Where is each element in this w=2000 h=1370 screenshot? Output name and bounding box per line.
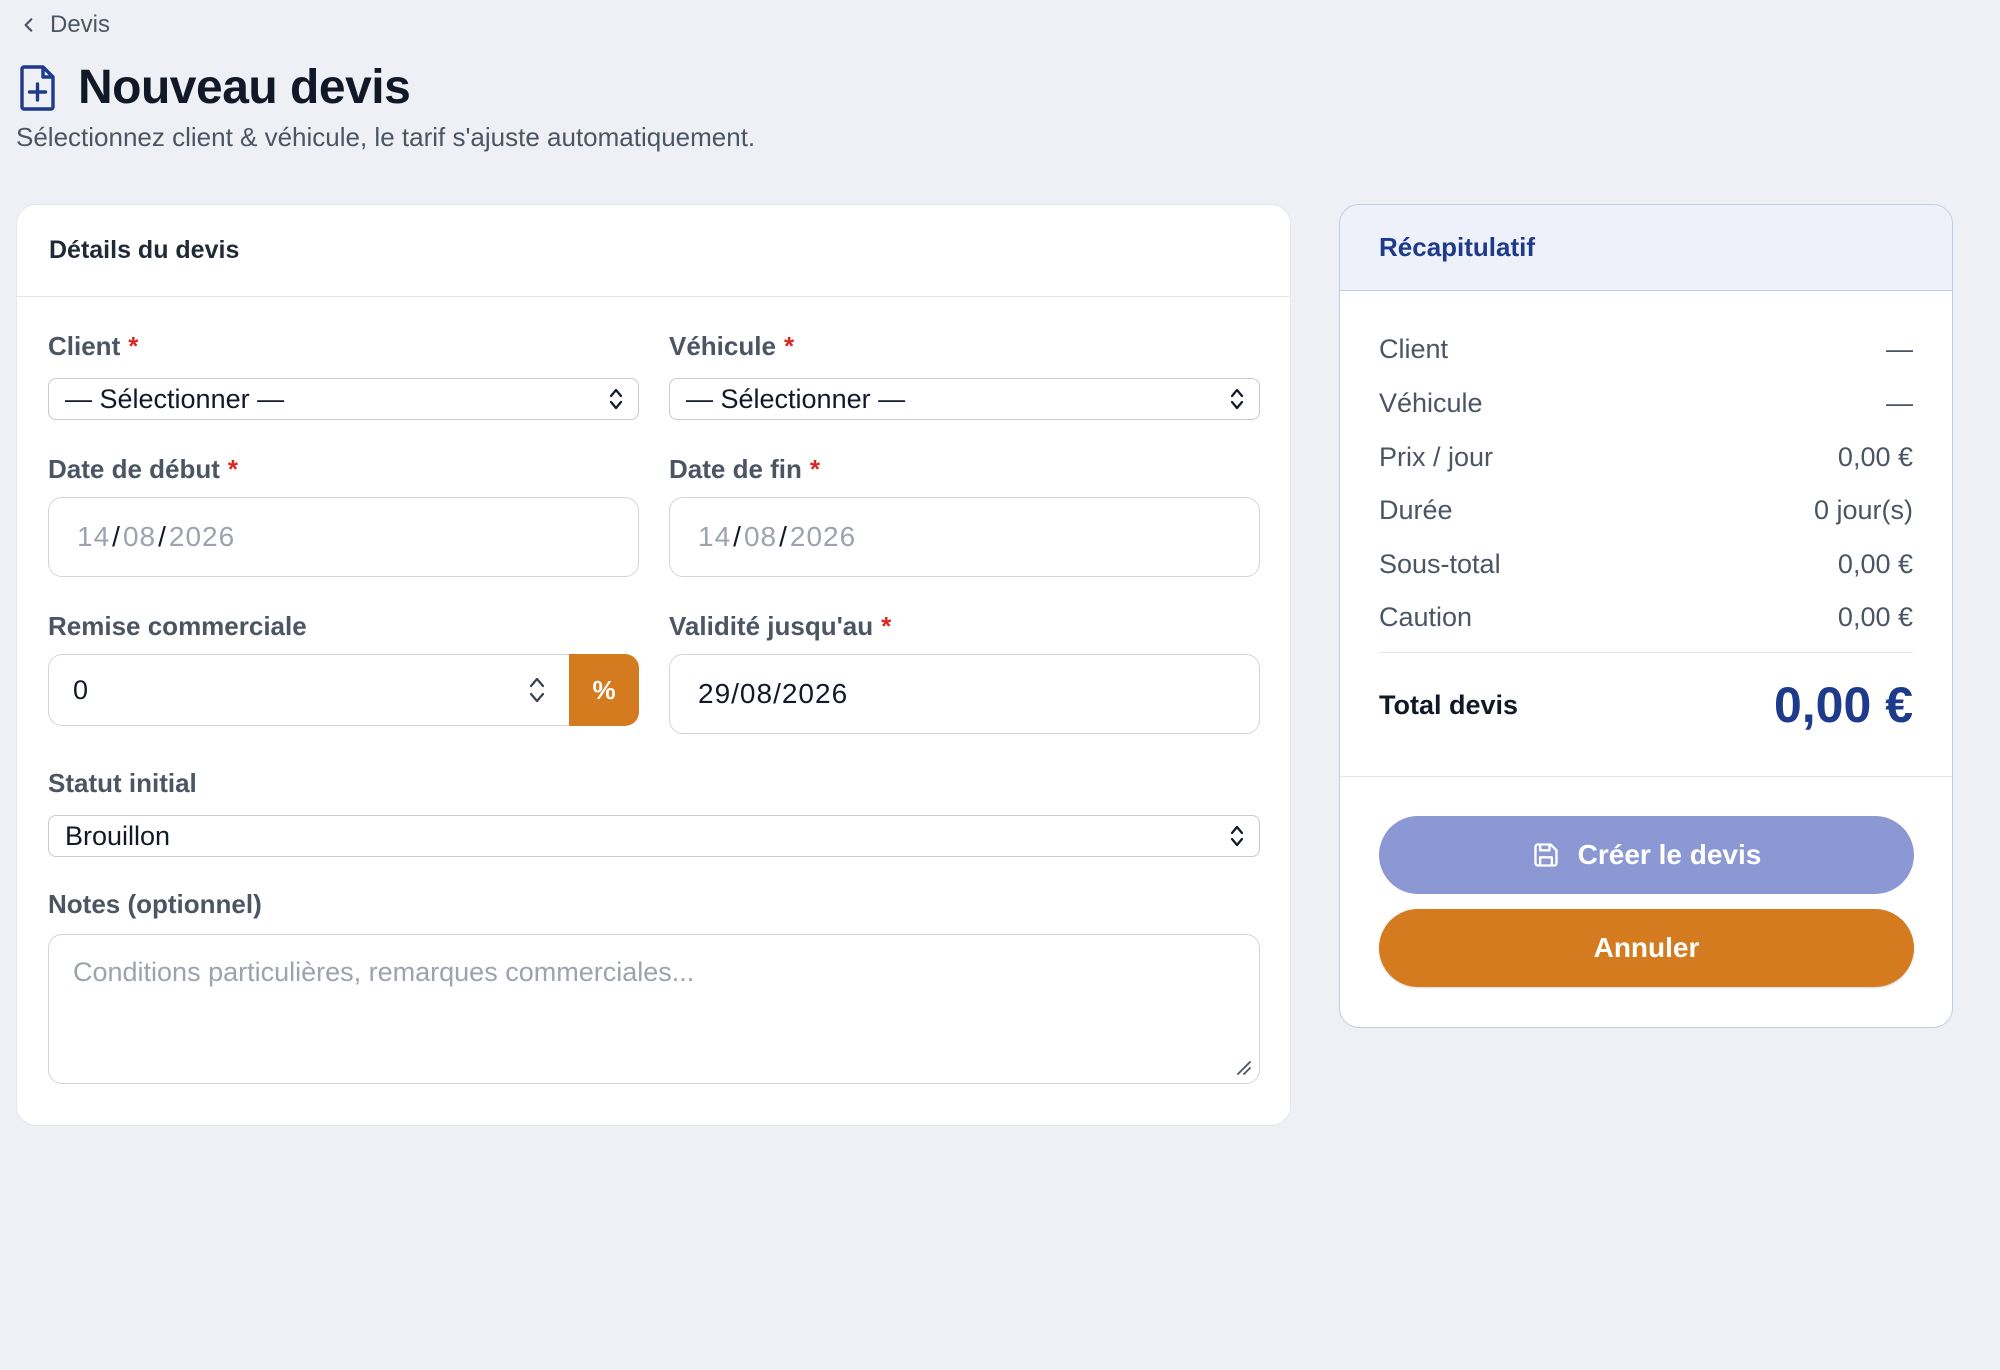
vehicule-select[interactable]: — Sélectionner —	[669, 378, 1260, 420]
date-separator: /	[779, 521, 788, 552]
validite-input[interactable]: 29/08/2026	[669, 654, 1260, 734]
summary-value: 0,00 €	[1837, 548, 1913, 579]
remise-input[interactable]: 0	[48, 654, 569, 726]
notes-label: Notes (optionnel)	[48, 889, 262, 919]
summary-row-caution: Caution 0,00 €	[1379, 597, 1913, 637]
required-mark: *	[128, 331, 139, 361]
page-subtitle: Sélectionnez client & véhicule, le tarif…	[16, 122, 756, 152]
title-row: Nouveau devis	[18, 60, 411, 115]
create-quote-button-label: Créer le devis	[1577, 839, 1762, 870]
app-window: Devis Nouveau devis Sélectionnez client …	[0, 0, 2000, 1370]
notes-placeholder: Conditions particulières, remarques comm…	[73, 957, 695, 987]
date-separator: /	[733, 521, 742, 552]
date-fin-label-text: Date de fin	[669, 454, 802, 484]
notes-textarea[interactable]: Conditions particulières, remarques comm…	[48, 934, 1260, 1084]
remise-label: Remise commerciale	[48, 611, 307, 641]
required-mark: *	[227, 454, 239, 484]
summary-label: Caution	[1379, 601, 1473, 632]
date-debut-label-text: Date de début	[48, 454, 220, 484]
statut-select-value: Brouillon	[65, 820, 171, 851]
date-fin-label: Date de fin *	[669, 454, 820, 485]
client-select-value: — Sélectionner —	[65, 383, 285, 414]
breadcrumb-link-devis[interactable]: Devis	[50, 11, 110, 39]
statut-label: Statut initial	[48, 768, 197, 798]
cancel-button-label: Annuler	[1593, 932, 1700, 963]
statut-select[interactable]: Brouillon	[48, 815, 1260, 857]
summary-row-client: Client —	[1379, 329, 1913, 369]
summary-row-sous-total: Sous-total 0,00 €	[1379, 544, 1913, 584]
chevron-left-icon	[24, 18, 33, 32]
date-debut-month: 08	[122, 521, 157, 552]
date-separator: /	[158, 521, 167, 552]
page-title: Nouveau devis	[78, 61, 411, 114]
summary-label: Sous-total	[1379, 548, 1501, 579]
divider	[1379, 652, 1913, 653]
vehicule-select-value: — Sélectionner —	[686, 383, 906, 414]
client-label: Client *	[48, 331, 138, 362]
date-fin-input[interactable]: 14/08/2026	[669, 497, 1260, 577]
chevron-up-down-icon	[609, 388, 623, 410]
date-debut-day: 14	[77, 521, 111, 552]
date-debut-input[interactable]: 14/08/2026	[48, 497, 639, 577]
chevron-up-down-icon	[1230, 388, 1244, 410]
client-label-text: Client	[48, 331, 121, 361]
validite-label: Validité jusqu'au *	[669, 611, 891, 642]
date-fin-year: 2026	[789, 521, 857, 552]
required-mark: *	[783, 331, 795, 361]
cancel-button[interactable]: Annuler	[1379, 909, 1914, 987]
percent-unit-button[interactable]: %	[569, 654, 639, 726]
summary-value: 0 jour(s)	[1813, 494, 1913, 525]
summary-title: Récapitulatif	[1340, 205, 1952, 291]
file-plus-icon	[18, 64, 58, 112]
divider	[1340, 776, 1952, 777]
validite-value: 29/08/2026	[698, 678, 849, 709]
validite-label-text: Validité jusqu'au	[669, 611, 874, 641]
summary-card: Récapitulatif Client — Véhicule — Prix /…	[1339, 204, 1953, 1028]
card-title: Détails du devis	[17, 205, 1290, 297]
date-fin-month: 08	[743, 521, 778, 552]
summary-value: —	[1886, 333, 1913, 364]
date-separator: /	[112, 521, 121, 552]
summary-label: Prix / jour	[1379, 441, 1494, 472]
summary-value: 0,00 €	[1837, 441, 1913, 472]
quote-details-card: Détails du devis Client * — Sélectionner …	[16, 204, 1291, 1126]
total-label: Total devis	[1379, 689, 1519, 720]
date-debut-year: 2026	[168, 521, 236, 552]
resize-handle-icon[interactable]	[1233, 1057, 1251, 1075]
summary-row-duree: Durée 0 jour(s)	[1379, 490, 1913, 530]
summary-label: Durée	[1379, 494, 1453, 525]
save-icon	[1533, 843, 1558, 867]
summary-total-row: Total devis 0,00 €	[1379, 675, 1913, 735]
total-value: 0,00 €	[1773, 677, 1913, 733]
date-debut-label: Date de début *	[48, 454, 238, 485]
required-mark: *	[809, 454, 821, 484]
vehicule-label: Véhicule *	[669, 331, 794, 362]
stepper-arrows-icon[interactable]	[527, 673, 547, 707]
summary-label: Véhicule	[1379, 387, 1483, 418]
client-select[interactable]: — Sélectionner —	[48, 378, 639, 420]
chevron-up-down-icon	[1230, 825, 1244, 847]
breadcrumb[interactable]: Devis	[20, 10, 110, 40]
remise-value: 0	[73, 674, 89, 705]
summary-row-vehicule: Véhicule —	[1379, 383, 1913, 423]
summary-value: 0,00 €	[1837, 601, 1913, 632]
summary-row-prix-jour: Prix / jour 0,00 €	[1379, 437, 1913, 477]
summary-label: Client	[1379, 333, 1449, 364]
required-mark: *	[881, 611, 892, 641]
date-fin-day: 14	[698, 521, 732, 552]
summary-value: —	[1886, 387, 1913, 418]
create-quote-button[interactable]: Créer le devis	[1379, 816, 1914, 894]
vehicule-label-text: Véhicule	[669, 331, 776, 361]
